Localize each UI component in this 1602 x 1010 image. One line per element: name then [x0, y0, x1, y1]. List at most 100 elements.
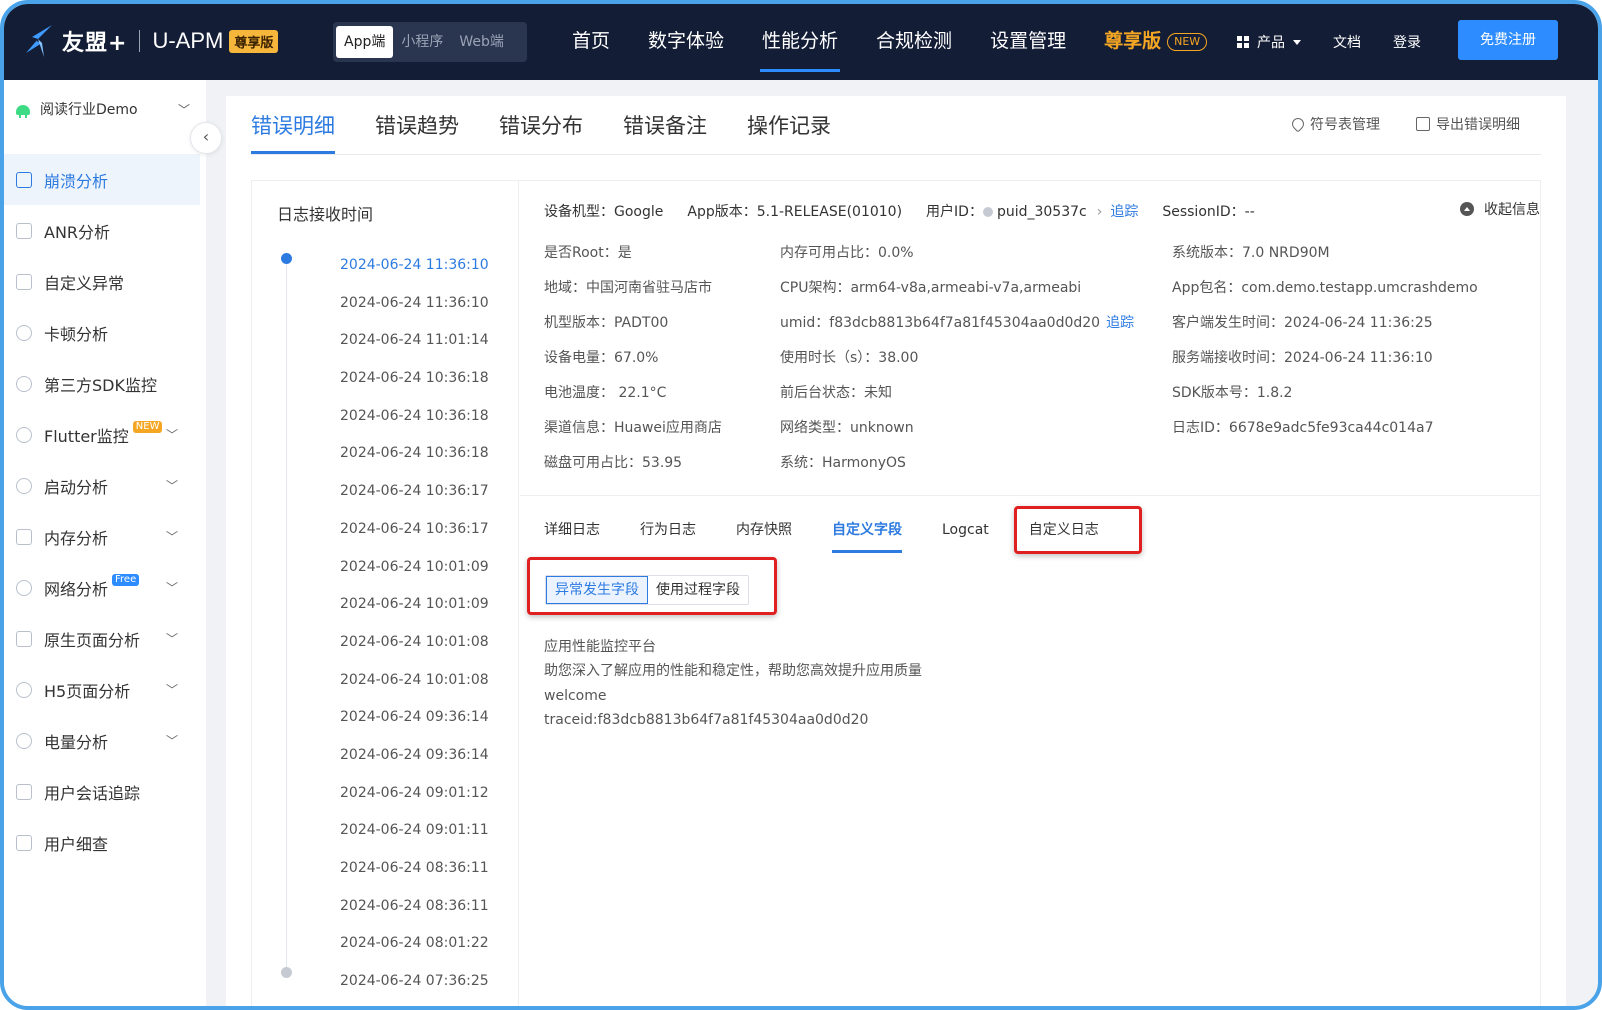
sidebar-item-native-page[interactable]: 原生页面分析 ﹀ [4, 613, 206, 664]
sidebar-item-session-trace[interactable]: 用户会话追踪 [4, 766, 206, 817]
products-menu[interactable]: 产品 [1237, 32, 1301, 52]
info-umid: umid：f83dcb8813b64f7a81f45304aa0d0d20 追踪 [780, 311, 1134, 346]
platform-app[interactable]: App端 [336, 26, 394, 58]
user-trace-link[interactable]: 追踪 [1110, 204, 1138, 220]
tab-error-trend[interactable]: 错误趋势 [375, 96, 459, 154]
tab-operation-log[interactable]: 操作记录 [747, 96, 831, 154]
tab-error-detail[interactable]: 错误明细 [251, 96, 335, 154]
export-icon [1416, 117, 1430, 131]
sidebar-collapse-button[interactable]: ‹ [190, 122, 222, 154]
app-name: 阅读行业Demo [40, 102, 138, 118]
device-model: 设备机型：Google [544, 204, 664, 220]
timeline-item[interactable]: 2024-06-24 09:01:12 [340, 775, 489, 813]
chevron-down-icon: ﹀ [166, 683, 179, 697]
nav-vip-label: 尊享版 [1104, 30, 1162, 52]
user-icon [16, 375, 32, 392]
info-root: 是否Root：是 [544, 245, 632, 261]
timeline-item[interactable]: 2024-06-24 07:36:25 [340, 963, 489, 1001]
timeline-item[interactable]: 2024-06-24 08:36:11 [340, 888, 489, 926]
tab-error-notes[interactable]: 错误备注 [623, 96, 707, 154]
collapse-info-button[interactable]: 收起信息 [1460, 199, 1540, 219]
sidebar-item-crash[interactable]: 崩溃分析 [4, 154, 200, 205]
platform-web[interactable]: Web端 [451, 26, 512, 58]
sidebar: 阅读行业Demo ﹀ 崩溃分析 ANR分析 自定义异常 卡顿分析 第三方SDK监… [4, 80, 206, 1006]
sidebar-item-flutter[interactable]: Flutter监控 NEW ﹀ [4, 409, 206, 460]
sidebar-item-label: 原生页面分析 [44, 630, 141, 650]
tab-error-distribution[interactable]: 错误分布 [499, 96, 583, 154]
sidebar-item-third-party-sdk[interactable]: 第三方SDK监控 [4, 358, 206, 409]
timeline-item[interactable]: 2024-06-24 10:36:18 [340, 435, 489, 473]
sidebar-item-label: 自定义异常 [44, 273, 125, 293]
timeline-item[interactable]: 2024-06-24 11:01:14 [340, 322, 489, 360]
brand-name: 友盟+ [62, 31, 128, 56]
info-column-2: 内存可用占比：0.0% CPU架构：arm64-v8a,armeabi-v7a,… [780, 241, 1134, 486]
symbol-table-link[interactable]: 符号表管理 [1289, 114, 1380, 134]
timeline-item[interactable]: 2024-06-24 10:36:17 [340, 511, 489, 549]
sidebar-item-h5-page[interactable]: H5页面分析 ﹀ [4, 664, 206, 715]
log-timeline: 日志接收时间 2024-06-24 11:36:10 2024-06-24 11… [252, 181, 519, 1006]
sidebar-item-label: Flutter监控 [44, 426, 129, 446]
nav-vip[interactable]: 尊享版 NEW [1092, 4, 1219, 80]
nav-home[interactable]: 首页 [560, 4, 622, 80]
brand-logo[interactable]: 友盟+ U-APM 尊享版 [22, 20, 279, 62]
timeline-item[interactable]: 2024-06-24 10:36:17 [340, 473, 489, 511]
sidebar-item-battery[interactable]: 电量分析 ﹀ [4, 715, 206, 766]
tab-logcat[interactable]: Logcat [942, 517, 989, 557]
timeline-item[interactable]: 2024-06-24 09:01:11 [340, 812, 489, 850]
timeline-item[interactable]: 2024-06-24 10:36:18 [340, 360, 489, 398]
info-os: 系统：HarmonyOS [780, 455, 906, 471]
info-disk: 磁盘可用占比：53.95 [544, 455, 683, 471]
tab-custom-fields[interactable]: 自定义字段 [832, 517, 902, 557]
info-network: 网络类型：unknown [780, 420, 914, 436]
info-column-1: 是否Root：是 地域：中国河南省驻马店市 机型版本：PADT00 设备电量：6… [544, 241, 722, 486]
tab-detail-log[interactable]: 详细日志 [544, 517, 600, 557]
info-column-3: 系统版本：7.0 NRD90M App包名：com.demo.testapp.u… [1172, 241, 1478, 451]
tool-links: 符号表管理 导出错误明细 [1289, 114, 1556, 134]
info-battery-level: 设备电量：67.0% [544, 350, 659, 366]
nav-performance[interactable]: 性能分析 [750, 4, 850, 80]
chevron-down-icon: ﹀ [166, 734, 179, 748]
tab-behavior-log[interactable]: 行为日志 [640, 517, 696, 557]
timeline-item[interactable]: 2024-06-24 10:01:09 [340, 586, 489, 624]
umid-trace-link[interactable]: 追踪 [1106, 315, 1134, 331]
sidebar-item-user-lookup[interactable]: 用户细查 [4, 817, 206, 868]
export-errors-link[interactable]: 导出错误明细 [1416, 114, 1520, 134]
sidebar-menu: 崩溃分析 ANR分析 自定义异常 卡顿分析 第三方SDK监控 Flutter监控… [4, 154, 206, 868]
timeline-item[interactable]: 2024-06-24 11:36:10 [340, 247, 489, 285]
login-link[interactable]: 登录 [1393, 32, 1421, 52]
sidebar-item-lag[interactable]: 卡顿分析 [4, 307, 206, 358]
register-button[interactable]: 免费注册 [1458, 20, 1558, 60]
sidebar-item-launch[interactable]: 启动分析 ﹀ [4, 460, 206, 511]
timeline-item[interactable]: 2024-06-24 10:01:08 [340, 624, 489, 662]
sidebar-item-network[interactable]: 网络分析 Free ﹀ [4, 562, 206, 613]
timeline-item[interactable]: 2024-06-24 08:36:11 [340, 850, 489, 888]
info-server-time: 服务端接收时间：2024-06-24 11:36:10 [1172, 350, 1433, 366]
info-memory: 内存可用占比：0.0% [780, 245, 914, 261]
wrench-icon [1289, 115, 1307, 133]
sidebar-item-custom-exception[interactable]: 自定义异常 [4, 256, 206, 307]
platform-miniprogram[interactable]: 小程序 [393, 26, 451, 58]
timeline-item[interactable]: 2024-06-24 10:36:18 [340, 398, 489, 436]
log-line: welcome [544, 687, 607, 704]
tab-memory-snapshot[interactable]: 内存快照 [736, 517, 792, 557]
sidebar-item-memory[interactable]: 内存分析 ﹀ [4, 511, 206, 562]
timeline-item[interactable]: 2024-06-24 09:36:14 [340, 699, 489, 737]
tabs-divider [251, 154, 1541, 155]
timeline-item[interactable]: 2024-06-24 10:01:08 [340, 662, 489, 700]
android-icon [14, 100, 32, 118]
timeline-item[interactable]: 2024-06-24 09:36:14 [340, 737, 489, 775]
nav-settings[interactable]: 设置管理 [978, 4, 1078, 80]
info-channel: 渠道信息：Huawei应用商店 [544, 420, 722, 436]
nav-digital-experience[interactable]: 数字体验 [636, 4, 736, 80]
grid-icon [1237, 36, 1249, 48]
sidebar-item-anr[interactable]: ANR分析 [4, 205, 206, 256]
timeline-item[interactable]: 2024-06-24 11:36:10 [340, 285, 489, 323]
timeline-item[interactable]: 2024-06-24 08:01:22 [340, 925, 489, 963]
chevron-down-icon: ﹀ [166, 530, 179, 544]
sidebar-item-label: 网络分析 [44, 579, 109, 599]
app-selector[interactable]: 阅读行业Demo ﹀ [14, 94, 194, 124]
timeline-item[interactable]: 2024-06-24 10:01:09 [340, 549, 489, 587]
docs-link[interactable]: 文档 [1333, 32, 1361, 52]
free-tag: Free [112, 573, 140, 586]
nav-compliance[interactable]: 合规检测 [864, 4, 964, 80]
